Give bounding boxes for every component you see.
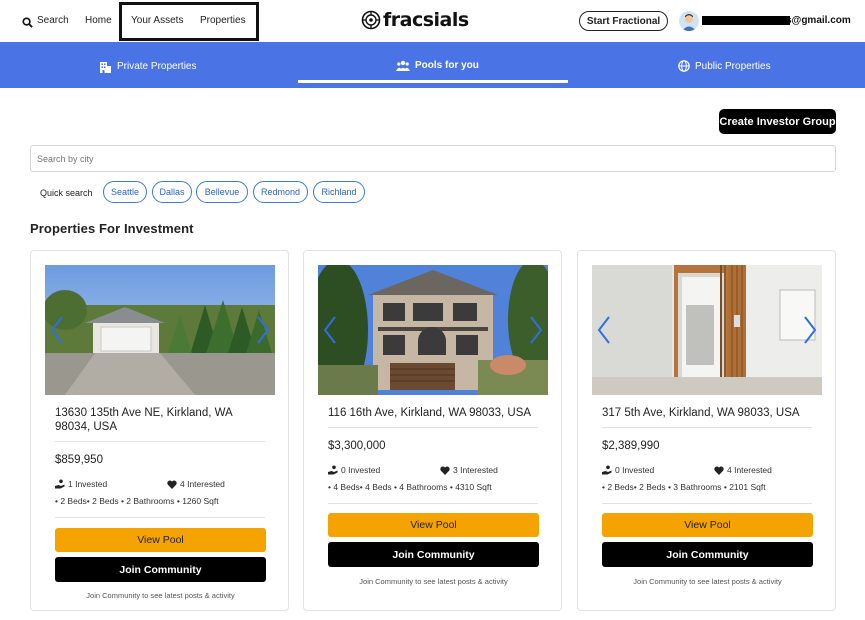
top-nav: Search Home Your Assets Properties fracs… <box>0 0 865 42</box>
invested-count: 1 Invested <box>55 479 107 489</box>
property-address[interactable]: 317 5th Ave, Kirkland, WA 98033, USA <box>602 406 817 420</box>
property-card: 13630 135th Ave NE, Kirkland, WA 98034, … <box>30 250 289 611</box>
user-email[interactable]: s@gmail.com <box>786 15 851 26</box>
community-note: Join Community to see latest posts & act… <box>633 577 782 586</box>
divider <box>602 427 812 428</box>
chevron-left-icon[interactable] <box>322 315 338 345</box>
join-community-button[interactable]: Join Community <box>602 542 813 567</box>
nav-properties[interactable]: Properties <box>200 15 246 26</box>
tab-pools-for-you[interactable]: Pools for you <box>396 60 479 71</box>
invested-count: 0 Invested <box>602 465 654 475</box>
quick-search-chip-bellevue[interactable]: Bellevue <box>196 181 248 203</box>
divider <box>328 503 538 504</box>
heart-icon <box>167 480 177 489</box>
property-price: $859,950 <box>55 454 103 466</box>
heart-icon <box>714 466 724 475</box>
property-card: 116 16th Ave, Kirkland, WA 98033, USA $3… <box>303 250 562 611</box>
view-pool-button[interactable]: View Pool <box>602 513 813 537</box>
tab-label: Pools for you <box>415 60 479 71</box>
quick-search-chip-dallas[interactable]: Dallas <box>152 181 192 203</box>
quick-search-label: Quick search <box>40 188 93 198</box>
nav-your-assets[interactable]: Your Assets <box>131 15 183 26</box>
start-fractional-button[interactable]: Start Fractional <box>579 11 668 31</box>
section-title: Properties For Investment <box>30 221 194 236</box>
logo[interactable]: fracsials <box>361 9 469 31</box>
interested-count: 3 Interested <box>440 465 498 475</box>
redacted-email <box>702 16 790 25</box>
create-investor-group-button[interactable]: Create Investor Group <box>719 109 836 134</box>
property-photo[interactable] <box>45 265 275 395</box>
tab-private-properties[interactable]: Private Properties <box>99 60 196 73</box>
divider <box>55 441 265 442</box>
community-note: Join Community to see latest posts & act… <box>359 577 508 586</box>
chevron-right-icon[interactable] <box>802 315 818 345</box>
divider <box>55 517 265 518</box>
property-specs: • 4 Beds• 4 Beds • 4 Bathrooms • 4310 Sq… <box>328 482 492 492</box>
join-community-button[interactable]: Join Community <box>328 542 539 567</box>
quick-search-chip-richland[interactable]: Richland <box>313 181 365 203</box>
tab-label: Private Properties <box>117 61 197 72</box>
logo-icon <box>361 10 381 30</box>
property-photo[interactable] <box>318 265 548 395</box>
search-placeholder: Search by city <box>37 153 94 164</box>
invested-count: 0 Invested <box>328 465 380 475</box>
invest-hand-icon <box>55 479 65 489</box>
property-photo[interactable] <box>592 265 822 395</box>
divider <box>602 503 812 504</box>
property-specs: • 2 Beds• 2 Beds • 2 Bathrooms • 1260 Sq… <box>55 496 219 506</box>
logo-text: fracsials <box>383 9 469 31</box>
active-tab-indicator <box>298 80 568 83</box>
chevron-right-icon[interactable] <box>528 315 544 345</box>
chevron-left-icon[interactable] <box>49 315 65 345</box>
property-address[interactable]: 116 16th Ave, Kirkland, WA 98033, USA <box>328 406 543 420</box>
property-price: $3,300,000 <box>328 440 386 452</box>
globe-icon <box>678 60 690 72</box>
view-pool-button[interactable]: View Pool <box>328 513 539 537</box>
interested-count: 4 Interested <box>714 465 772 475</box>
people-icon <box>396 60 410 71</box>
community-note: Join Community to see latest posts & act… <box>86 591 235 600</box>
quick-search-chip-redmond[interactable]: Redmond <box>253 181 308 203</box>
nav-home[interactable]: Home <box>85 15 112 26</box>
join-community-button[interactable]: Join Community <box>55 557 266 582</box>
tab-label: Public Properties <box>695 60 771 72</box>
view-pool-button[interactable]: View Pool <box>55 528 266 552</box>
building-icon <box>100 62 111 73</box>
interested-count: 4 Interested <box>167 479 225 489</box>
property-specs: • 2 Beds• 2 Beds • 3 Bathrooms • 2101 Sq… <box>602 482 766 492</box>
search-icon[interactable] <box>22 15 33 33</box>
avatar[interactable] <box>679 11 699 31</box>
property-address[interactable]: 13630 135th Ave NE, Kirkland, WA 98034, … <box>55 406 270 434</box>
heart-icon <box>440 466 450 475</box>
divider <box>328 427 538 428</box>
invest-hand-icon <box>328 465 338 475</box>
tab-public-properties[interactable]: Public Properties <box>678 60 771 72</box>
nav-search[interactable]: Search <box>37 15 69 26</box>
invest-hand-icon <box>602 465 612 475</box>
quick-search-chip-seattle[interactable]: Seattle <box>103 181 147 203</box>
property-card: 317 5th Ave, Kirkland, WA 98033, USA $2,… <box>577 250 836 611</box>
chevron-left-icon[interactable] <box>596 315 612 345</box>
city-search-input[interactable]: Search by city <box>30 145 836 172</box>
chevron-right-icon[interactable] <box>255 315 271 345</box>
property-price: $2,389,990 <box>602 440 660 452</box>
